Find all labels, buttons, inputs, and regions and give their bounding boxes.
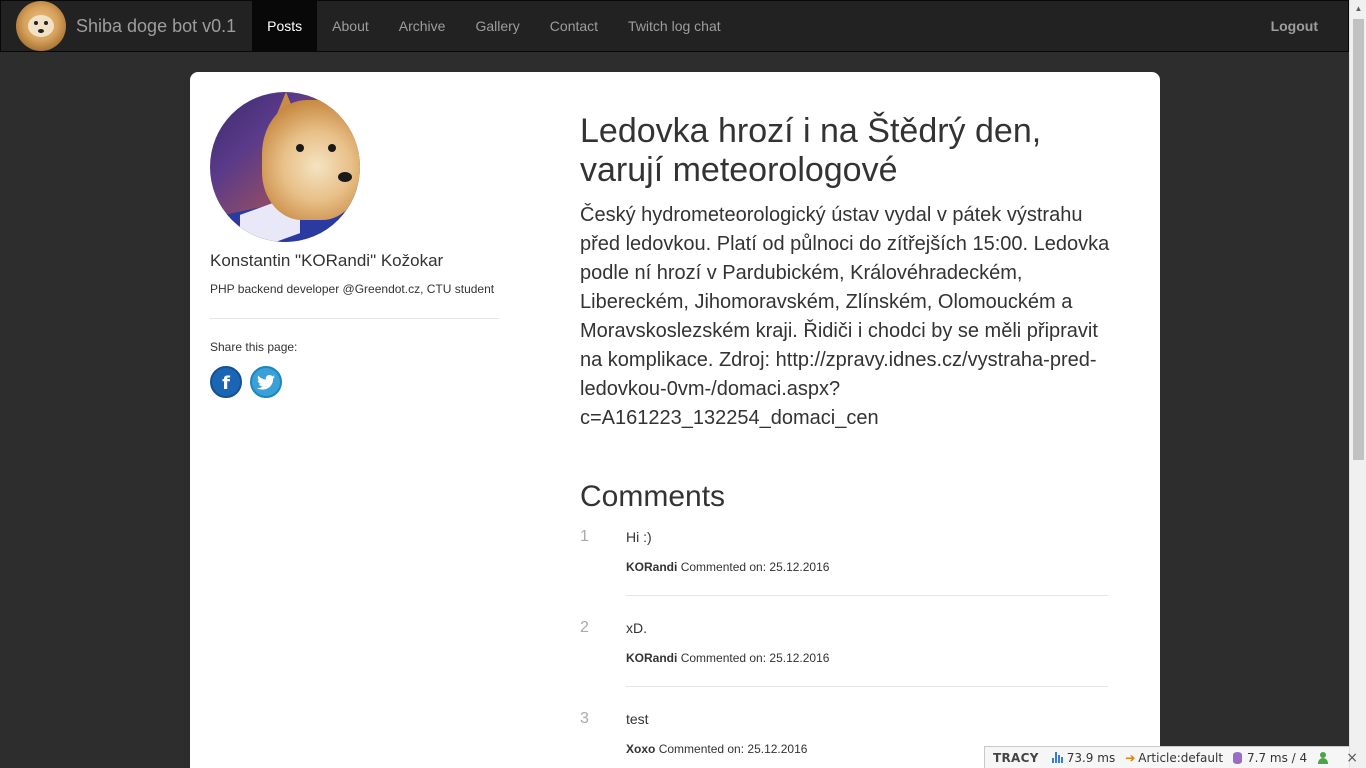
article-body: Český hydrometeorologický ústav vydal v … bbox=[580, 204, 1110, 429]
twitter-share-button[interactable] bbox=[250, 366, 282, 398]
tracy-debug-bar: TRACY 73.9 ms ➔ Article:default 7.7 ms /… bbox=[984, 746, 1358, 768]
tracy-database-panel[interactable]: 7.7 ms / 4 bbox=[1228, 751, 1312, 765]
tracy-timer-panel[interactable]: 73.9 ms bbox=[1047, 751, 1120, 765]
share-label: Share this page: bbox=[210, 340, 298, 354]
tracy-presenter: Article:default bbox=[1138, 750, 1224, 765]
author-avatar bbox=[210, 92, 360, 242]
comment-number: 2 bbox=[580, 619, 589, 636]
post-card: Konstantin "KORandi" Kožokar PHP backend… bbox=[190, 72, 1160, 768]
tracy-user-panel[interactable] bbox=[1312, 751, 1336, 764]
main-nav: Posts About Archive Gallery Contact Twit… bbox=[252, 1, 736, 51]
comment-date: Commented on: 25.12.2016 bbox=[658, 742, 808, 756]
nav-contact[interactable]: Contact bbox=[535, 1, 613, 51]
logout-link[interactable]: Logout bbox=[1256, 1, 1348, 51]
tracy-presenter-panel[interactable]: ➔ Article:default bbox=[1120, 751, 1228, 765]
tracy-close-button[interactable]: × bbox=[1340, 750, 1364, 766]
scroll-up-arrow-icon[interactable]: ▲ bbox=[1350, 0, 1366, 17]
comment-meta: Xoxo Commented on: 25.12.2016 bbox=[626, 742, 807, 756]
brand-link[interactable]: Shiba doge bot v0.1 bbox=[1, 1, 252, 51]
arrow-right-icon: ➔ bbox=[1125, 750, 1136, 765]
comment-divider bbox=[626, 595, 1108, 596]
page-scrollbar[interactable]: ▲ bbox=[1349, 0, 1366, 768]
tracy-db: 7.7 ms / 4 bbox=[1247, 750, 1308, 765]
nav-archive[interactable]: Archive bbox=[384, 1, 461, 51]
comments-heading: Comments bbox=[580, 480, 726, 513]
sidebar-divider bbox=[210, 318, 499, 319]
facebook-share-button[interactable]: f bbox=[210, 366, 242, 398]
twitter-bird-icon bbox=[257, 374, 275, 390]
comment-meta: KORandi Commented on: 25.12.2016 bbox=[626, 651, 829, 665]
user-icon bbox=[1317, 751, 1329, 764]
comment-number: 1 bbox=[580, 528, 589, 545]
author-bio: PHP backend developer @Greendot.cz, CTU … bbox=[210, 282, 495, 296]
comment-text: Hi :) bbox=[626, 529, 652, 545]
tracy-time: 73.9 ms bbox=[1066, 750, 1116, 765]
nav-gallery[interactable]: Gallery bbox=[460, 1, 534, 51]
scrollbar-thumb[interactable] bbox=[1353, 19, 1364, 460]
comment-author: Xoxo bbox=[626, 742, 656, 756]
bar-chart-icon bbox=[1051, 752, 1063, 763]
comment-text: test bbox=[626, 711, 649, 727]
comment-number: 3 bbox=[580, 710, 589, 727]
top-navbar: Shiba doge bot v0.1 Posts About Archive … bbox=[0, 0, 1349, 52]
nav-about[interactable]: About bbox=[317, 1, 384, 51]
doge-logo bbox=[16, 1, 66, 51]
comment-divider bbox=[626, 686, 1108, 687]
article-title: Ledovka hrozí i na Štědrý den, varují me… bbox=[580, 112, 1042, 189]
comment-date: Commented on: 25.12.2016 bbox=[680, 651, 830, 665]
comment-author: KORandi bbox=[626, 560, 678, 574]
comment-text: xD. bbox=[626, 620, 647, 636]
tracy-logo[interactable]: TRACY bbox=[985, 751, 1047, 765]
nav-posts[interactable]: Posts bbox=[252, 1, 318, 51]
comment-date: Commented on: 25.12.2016 bbox=[680, 560, 830, 574]
nav-twitch-log-chat[interactable]: Twitch log chat bbox=[613, 1, 736, 51]
database-icon bbox=[1233, 751, 1243, 764]
author-name: Konstantin "KORandi" Kožokar bbox=[210, 251, 444, 270]
brand-name[interactable]: Shiba doge bot v0.1 bbox=[76, 16, 236, 37]
comment-author: KORandi bbox=[626, 651, 678, 665]
comment-meta: KORandi Commented on: 25.12.2016 bbox=[626, 560, 829, 574]
facebook-icon: f bbox=[222, 372, 230, 394]
